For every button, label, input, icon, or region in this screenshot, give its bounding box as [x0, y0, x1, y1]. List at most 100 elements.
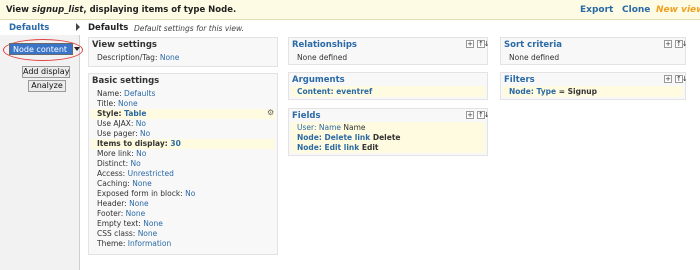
filters-title[interactable]: Filters	[504, 75, 535, 85]
row-value[interactable]: No	[185, 189, 195, 198]
row-value[interactable]: None	[160, 53, 180, 62]
fields-panel: Fields + ↑↓ User: Name Name Node: Delete…	[288, 108, 490, 156]
row-label: Access:	[97, 169, 126, 178]
relationships-panel: Relationships + ↑↓ None defined	[288, 37, 490, 65]
analyze-button[interactable]: Analyze	[28, 80, 66, 92]
setting-row-exposed-form[interactable]: Exposed form in block: No	[97, 189, 195, 198]
row-value[interactable]: 30	[170, 139, 180, 148]
row-label: Use pager:	[97, 129, 138, 138]
setting-row-access[interactable]: Access: Unrestricted	[97, 169, 174, 178]
row-label: Title:	[97, 99, 116, 108]
setting-row-more-link[interactable]: More link: No	[97, 149, 146, 158]
field-value: Edit	[361, 143, 379, 152]
field-row-edit-link[interactable]: Node: Edit link Edit	[297, 143, 379, 152]
filter-operator: =	[558, 87, 565, 96]
row-value[interactable]: None	[129, 199, 149, 208]
add-icon[interactable]: +	[664, 40, 672, 48]
setting-row-css-class[interactable]: CSS class: None	[97, 229, 157, 238]
arguments-title[interactable]: Arguments	[292, 75, 345, 85]
new-view-link[interactable]: New view	[656, 5, 700, 15]
field-row-user-name[interactable]: User: Name Name	[297, 123, 366, 132]
row-value[interactable]: Information	[128, 239, 171, 248]
relationships-empty: None defined	[297, 53, 348, 62]
row-value[interactable]: No	[140, 129, 150, 138]
row-label: Description/Tag:	[97, 53, 158, 62]
add-icon[interactable]: +	[466, 40, 474, 48]
argument-label[interactable]: Content:	[297, 87, 334, 96]
rearrange-icon[interactable]: ↑↓	[477, 40, 490, 48]
row-value[interactable]: None	[138, 229, 158, 238]
tab-defaults[interactable]: Defaults	[0, 20, 80, 35]
row-label: Items to display:	[97, 139, 168, 148]
setting-row-caching[interactable]: Caching: None	[97, 179, 152, 188]
basic-settings-title: Basic settings	[92, 76, 160, 86]
row-label: CSS class:	[97, 229, 136, 238]
filter-row-node-type[interactable]: Node: Type = Signup	[509, 87, 597, 96]
field-row-delete-link[interactable]: Node: Delete link Delete	[297, 133, 401, 142]
rearrange-icon[interactable]: ↑↓	[477, 111, 490, 119]
setting-row-distinct[interactable]: Distinct: No	[97, 159, 141, 168]
row-value[interactable]: Unrestricted	[128, 169, 174, 178]
display-sidebar: Defaults Node content Add display Analyz…	[0, 20, 83, 270]
row-value[interactable]: No	[131, 159, 141, 168]
view-settings-panel: View settings Description/Tag: None	[88, 37, 278, 67]
setting-row-use-ajax[interactable]: Use AJAX: No	[97, 119, 146, 128]
add-display-button[interactable]: Add display	[22, 66, 70, 78]
arrow-right-icon	[76, 23, 80, 31]
setting-row-items-to-display[interactable]: Items to display: 30	[97, 139, 181, 148]
field-label[interactable]: Node: Delete link	[297, 133, 370, 142]
filter-label[interactable]: Node: Type	[509, 87, 556, 96]
row-label: Footer:	[97, 209, 124, 218]
display-type-select[interactable]: Node content	[9, 43, 73, 55]
sort-criteria-empty: None defined	[509, 53, 560, 62]
row-value[interactable]: Defaults	[124, 89, 155, 98]
row-label: Use AJAX:	[97, 119, 134, 128]
fields-title[interactable]: Fields	[292, 111, 321, 121]
gear-icon[interactable]: ⚙	[267, 109, 275, 117]
row-value[interactable]: No	[136, 119, 146, 128]
display-type-select-wrapper: Node content	[3, 39, 83, 61]
view-title-bar: View signup_list, displaying items of ty…	[0, 0, 700, 20]
title-suffix: , displaying items of type Node.	[83, 5, 237, 15]
row-label: More link:	[97, 149, 134, 158]
row-label: Empty text:	[97, 219, 141, 228]
setting-row-name[interactable]: Name: Defaults	[97, 89, 155, 98]
setting-row-theme[interactable]: Theme: Information	[97, 239, 171, 248]
clone-link[interactable]: Clone	[622, 5, 650, 15]
relationships-title[interactable]: Relationships	[292, 40, 357, 50]
add-icon[interactable]: +	[664, 75, 672, 83]
chevron-down-icon[interactable]	[74, 47, 80, 51]
argument-value[interactable]: eventref	[336, 87, 372, 96]
argument-row[interactable]: Content: eventref	[297, 87, 372, 96]
setting-row-empty-text[interactable]: Empty text: None	[97, 219, 163, 228]
field-label[interactable]: Node: Edit link	[297, 143, 359, 152]
setting-row-title[interactable]: Title: None	[97, 99, 138, 108]
tab-defaults-label: Defaults	[9, 23, 50, 33]
row-label: Style:	[97, 109, 122, 118]
row-value[interactable]: None	[118, 99, 138, 108]
rearrange-icon[interactable]: ↑↓	[675, 40, 688, 48]
row-label: Caching:	[97, 179, 130, 188]
export-link[interactable]: Export	[580, 5, 613, 15]
row-value[interactable]: None	[126, 209, 146, 218]
row-value[interactable]: None	[132, 179, 152, 188]
rearrange-icon[interactable]: ↑↓	[675, 75, 688, 83]
view-title: View signup_list, displaying items of ty…	[6, 5, 236, 15]
row-label: Distinct:	[97, 159, 129, 168]
row-label: Exposed form in block:	[97, 189, 183, 198]
add-icon[interactable]: +	[466, 111, 474, 119]
field-label[interactable]: User: Name	[297, 123, 341, 132]
row-value[interactable]: Table	[124, 109, 146, 118]
setting-row-use-pager[interactable]: Use pager: No	[97, 129, 150, 138]
sort-criteria-panel: Sort criteria + ↑↓ None defined	[500, 37, 688, 65]
setting-row-header[interactable]: Header: None	[97, 199, 149, 208]
setting-row-style[interactable]: Style: Table	[97, 109, 146, 118]
sort-criteria-title[interactable]: Sort criteria	[504, 40, 562, 50]
row-value[interactable]: No	[136, 149, 146, 158]
description-tag-row[interactable]: Description/Tag: None	[97, 53, 179, 62]
field-value: Name	[343, 123, 366, 132]
row-value[interactable]: None	[143, 219, 163, 228]
arguments-panel: Arguments Content: eventref	[288, 72, 488, 100]
view-settings-title: View settings	[92, 40, 157, 50]
setting-row-footer[interactable]: Footer: None	[97, 209, 145, 218]
